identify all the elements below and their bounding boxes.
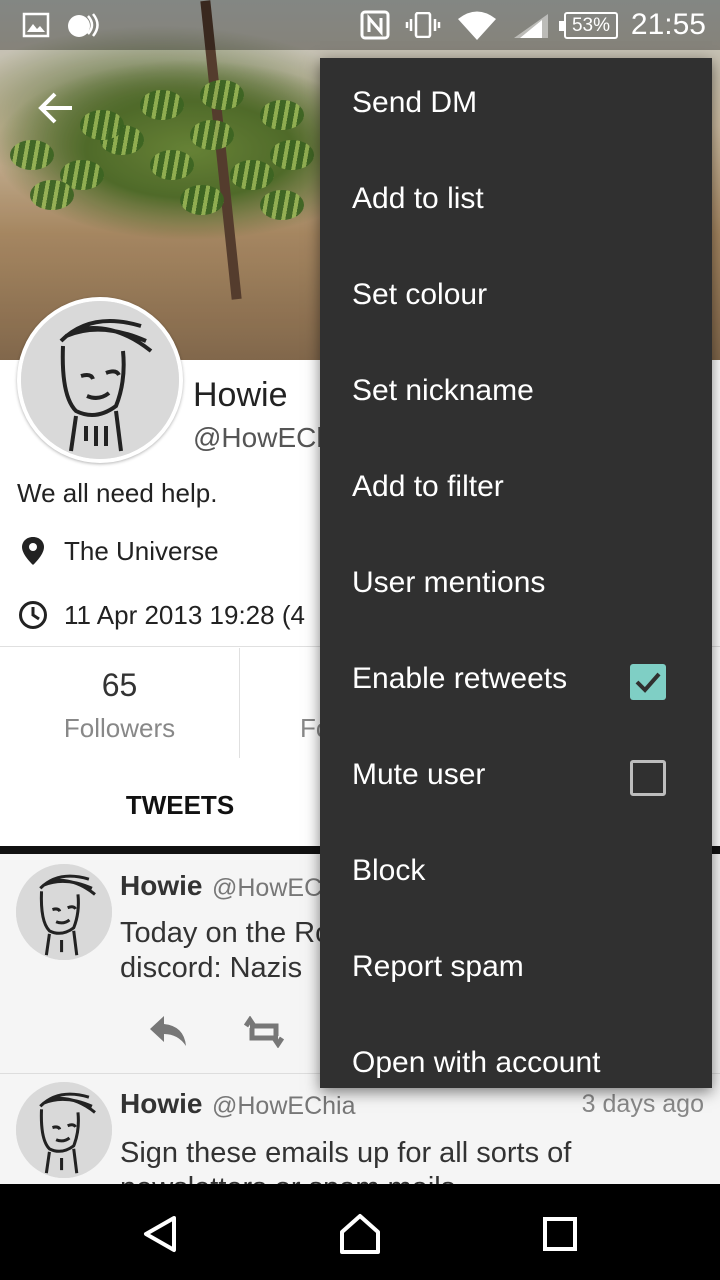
tweet-author-handle: @HowECh: [212, 874, 337, 902]
reply-icon[interactable]: [148, 1014, 188, 1048]
menu-item-label: Add to filter: [352, 470, 504, 503]
menu-item-open-with-account[interactable]: Open with account: [320, 1018, 712, 1088]
tweet-author-name: Howie: [120, 870, 203, 901]
menu-item-label: Mute user: [352, 758, 486, 791]
navigation-bar: [0, 1184, 720, 1280]
tab-tweets[interactable]: TWEETS: [40, 790, 320, 821]
menu-item-add-to-filter[interactable]: Add to filter: [320, 442, 712, 538]
menu-item-mute-user[interactable]: Mute user: [320, 730, 712, 826]
menu-item-add-to-list[interactable]: Add to list: [320, 154, 712, 250]
checkmark-icon: [635, 672, 661, 693]
menu-item-label: Set nickname: [352, 374, 534, 407]
location-pin-icon: [22, 537, 44, 565]
retweet-icon[interactable]: [240, 1016, 288, 1048]
overflow-menu: Send DM Add to list Set colour Set nickn…: [320, 58, 712, 1088]
profile-bio: We all need help.: [17, 478, 218, 508]
cellular-signal-icon: [514, 14, 548, 38]
profile-avatar[interactable]: [17, 297, 183, 463]
menu-item-label: Set colour: [352, 278, 488, 311]
menu-item-label: Enable retweets: [352, 662, 568, 695]
back-arrow-icon[interactable]: [36, 88, 76, 128]
vibrate-icon: [405, 12, 441, 38]
nav-back-icon[interactable]: [140, 1214, 180, 1254]
menu-item-label: Report spam: [352, 950, 524, 983]
tweet-timestamp: 3 days ago: [581, 1090, 704, 1118]
profile-name: Howie: [193, 376, 288, 414]
enable-retweets-checkbox[interactable]: [630, 664, 666, 700]
tweet-avatar[interactable]: [16, 1082, 112, 1178]
nav-recents-icon[interactable]: [542, 1216, 578, 1252]
mute-user-checkbox[interactable]: [630, 760, 666, 796]
clock-icon: [19, 601, 47, 629]
menu-item-send-dm[interactable]: Send DM: [320, 58, 712, 154]
tweet-avatar[interactable]: [16, 864, 112, 960]
status-bar: 53% 21:55: [0, 0, 720, 50]
menu-item-label: Block: [352, 854, 426, 887]
battery-indicator: 53%: [559, 12, 618, 39]
avatar-drawing: [21, 301, 179, 459]
followers-count[interactable]: 65: [0, 667, 239, 704]
app-notification-icon: [68, 13, 99, 37]
menu-item-user-mentions[interactable]: User mentions: [320, 538, 712, 634]
profile-handle: @HowECh: [193, 422, 332, 453]
menu-item-enable-retweets[interactable]: Enable retweets: [320, 634, 712, 730]
profile-joined-date: 11 Apr 2013 19:28 (4: [64, 600, 305, 630]
followers-label[interactable]: Followers: [0, 713, 239, 744]
status-time: 21:55: [630, 8, 706, 41]
menu-item-set-colour[interactable]: Set colour: [320, 250, 712, 346]
tweet-author-handle: @HowEChia: [212, 1092, 356, 1120]
avatar-drawing: [16, 864, 112, 960]
profile-location[interactable]: The Universe: [64, 536, 219, 567]
nfc-icon: [360, 10, 390, 40]
menu-item-set-nickname[interactable]: Set nickname: [320, 346, 712, 442]
image-notification-icon: [22, 12, 50, 38]
tweet-author-name: Howie: [120, 1088, 203, 1119]
wifi-icon: [458, 11, 496, 40]
menu-item-label: User mentions: [352, 566, 546, 599]
menu-item-label: Send DM: [352, 86, 478, 119]
avatar-drawing: [16, 1082, 112, 1178]
menu-item-label: Add to list: [352, 182, 484, 215]
stats-divider: [239, 648, 240, 758]
nav-home-icon[interactable]: [338, 1212, 382, 1256]
screen: 53% 21:55 Howie @HowECh We all need help…: [0, 0, 720, 1280]
menu-item-report-spam[interactable]: Report spam: [320, 922, 712, 1018]
menu-item-label: Open with account: [352, 1046, 601, 1079]
menu-item-block[interactable]: Block: [320, 826, 712, 922]
